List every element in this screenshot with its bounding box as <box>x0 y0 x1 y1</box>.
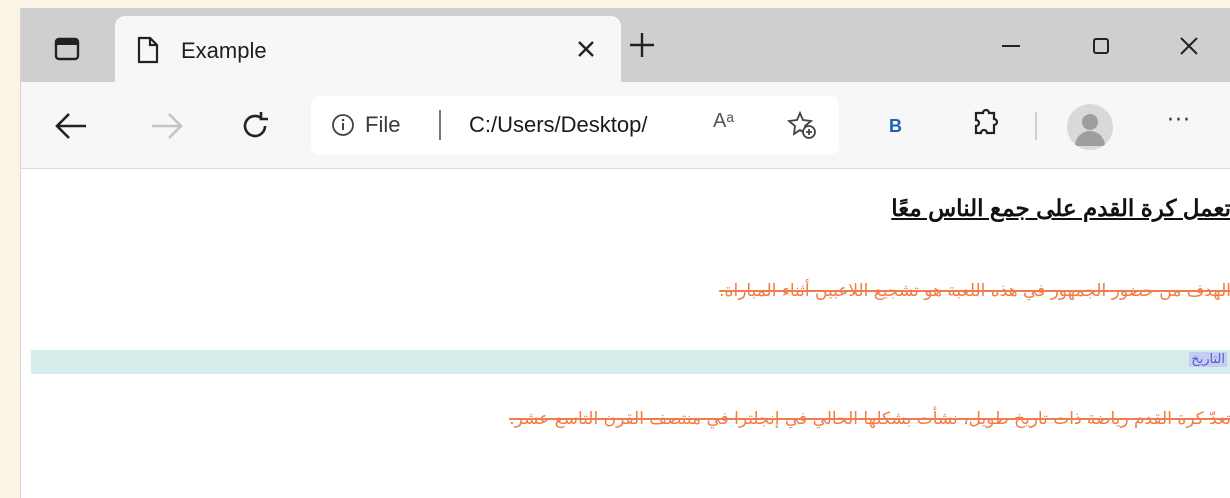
add-favorite-icon[interactable] <box>786 110 817 145</box>
arrow-right-icon <box>152 113 183 139</box>
new-tab-button[interactable] <box>627 30 657 64</box>
reload-icon <box>243 112 268 138</box>
extensions-icon[interactable] <box>969 106 1003 144</box>
navigation-toolbar: File C:/Users/Desktop/ Aᵃ B ··· <box>21 82 1230 169</box>
tab-actions-icon <box>54 37 80 61</box>
maximize-button[interactable] <box>1071 28 1131 64</box>
url-text[interactable]: C:/Users/Desktop/ <box>469 112 648 138</box>
highlight-label: التاريخ <box>1189 352 1227 367</box>
read-aloud-icon[interactable]: Aᵃ <box>713 110 734 133</box>
back-button[interactable] <box>49 104 93 148</box>
toolbar-divider <box>1035 112 1037 140</box>
paragraph-strikethrough-2: تعدّ كرة القدم رياضة ذات تاريخ طويل، نشأ… <box>509 409 1230 429</box>
page-icon <box>137 36 159 68</box>
more-options-button[interactable]: ··· <box>1167 108 1191 133</box>
maximize-icon <box>1093 38 1109 54</box>
page-content: تعمل كرة القدم على جمع الناس معًا الهدف … <box>21 169 1230 498</box>
profile-avatar[interactable] <box>1067 104 1113 150</box>
close-icon <box>1180 37 1198 55</box>
address-separator <box>439 110 441 140</box>
close-tab-icon[interactable] <box>575 38 597 64</box>
forward-button[interactable] <box>145 104 189 148</box>
browser-window: Example File C:/Users/Desktop/ Aᵃ B ··· … <box>20 8 1230 498</box>
minimize-button[interactable] <box>981 28 1041 64</box>
tab-example[interactable]: Example <box>115 16 621 82</box>
paragraph-strikethrough-1: الهدف من حضور الجمهور في هذه اللعبة هو ت… <box>719 281 1230 301</box>
close-window-button[interactable] <box>1159 28 1219 64</box>
tab-strip: Example <box>21 8 1230 82</box>
tab-actions-button[interactable] <box>47 30 87 68</box>
address-bar[interactable]: File C:/Users/Desktop/ Aᵃ <box>311 96 839 154</box>
tab-title: Example <box>181 38 267 63</box>
scheme-label: File <box>365 112 401 137</box>
info-icon[interactable] <box>331 113 355 142</box>
page-heading: تعمل كرة القدم على جمع الناس معًا <box>891 195 1230 221</box>
reload-button[interactable] <box>233 104 277 148</box>
bing-button[interactable]: B <box>889 116 902 137</box>
highlight-band <box>31 350 1230 374</box>
minimize-icon <box>1002 45 1020 47</box>
plus-icon <box>630 33 654 57</box>
arrow-left-icon <box>55 113 86 139</box>
